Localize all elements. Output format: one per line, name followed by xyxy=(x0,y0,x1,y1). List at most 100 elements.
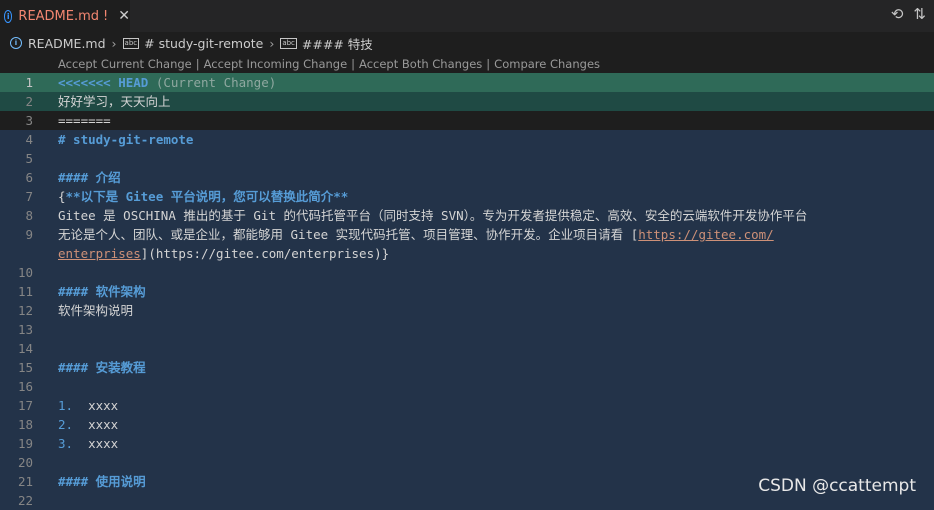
breadcrumb-file[interactable]: README.md xyxy=(28,36,106,51)
line-number: 5 xyxy=(25,151,33,166)
code-line[interactable]: 13 xyxy=(0,320,934,339)
code-line[interactable]: 20 xyxy=(0,453,934,472)
code-line[interactable]: 11 #### 软件架构 xyxy=(0,282,934,301)
token: #### 安装教程 xyxy=(58,360,146,375)
separator: | xyxy=(351,57,356,71)
breadcrumb-section2[interactable]: #### 特技 xyxy=(302,34,373,53)
code-line[interactable]: 14 xyxy=(0,339,934,358)
tab-label: README.md xyxy=(18,8,100,24)
tab-readme[interactable]: i README.md ! ✕ xyxy=(0,0,130,32)
separator: | xyxy=(195,57,200,71)
token: ](https://gitee.com/enterprises)} xyxy=(140,246,390,261)
line-text: #### 软件架构 xyxy=(58,282,146,301)
info-icon: i xyxy=(10,37,22,49)
token: { xyxy=(58,189,66,204)
line-text: #### 安装教程 xyxy=(58,358,146,377)
separator: | xyxy=(486,57,491,71)
tab-bar: i README.md ! ✕ ⟲ ⇅ xyxy=(0,0,934,32)
info-icon: i xyxy=(4,9,13,23)
token: 软件架构说明 xyxy=(58,303,134,318)
code-line[interactable]: 4 # study-git-remote xyxy=(0,130,934,149)
line-text: ======= xyxy=(58,111,111,130)
breadcrumb: i README.md › abc # study-git-remote › a… xyxy=(0,32,934,54)
line-text: 好好学习，天天向上 xyxy=(58,92,171,111)
close-icon[interactable]: ✕ xyxy=(118,8,130,24)
chevron-right-icon: › xyxy=(111,35,117,51)
code-line[interactable]: 3 ======= xyxy=(0,111,934,130)
token: 3. xyxy=(58,436,89,451)
token: <<<<<<< HEAD xyxy=(58,75,156,90)
code-line[interactable]: 7 {**以下是 Gitee 平台说明，您可以替换此简介** xyxy=(0,187,934,206)
compare-icon[interactable]: ⇅ xyxy=(913,5,926,23)
line-number: 1 xyxy=(25,75,33,90)
code-line[interactable]: 6 #### 介绍 xyxy=(0,168,934,187)
line-number: 3 xyxy=(25,113,33,128)
merge-codelens: Accept Current Change | Accept Incoming … xyxy=(58,55,600,73)
line-number: 18 xyxy=(17,417,33,432)
chevron-right-icon: › xyxy=(269,35,275,51)
token: ======= xyxy=(58,113,111,128)
line-text: <<<<<<< HEAD (Current Change) xyxy=(58,73,276,92)
token: xxxx xyxy=(88,398,119,413)
code-line[interactable]: 15 #### 安装教程 xyxy=(0,358,934,377)
line-number: 20 xyxy=(17,455,33,470)
symbol-string-icon: abc xyxy=(280,37,297,49)
line-text: 3. xxxx xyxy=(58,434,118,453)
line-text: Gitee 是 OSCHINA 推出的基于 Git 的代码托管平台（同时支持 S… xyxy=(58,206,807,225)
line-number: 15 xyxy=(17,360,33,375)
line-number: 8 xyxy=(25,208,33,223)
token: **以下是 Gitee 平台说明，您可以替换此简介** xyxy=(65,189,349,204)
token: # study-git-remote xyxy=(58,132,194,147)
code-line[interactable]: 9 无论是个人、团队、或是企业，都能够用 Gitee 实现代码托管、项目管理、协作… xyxy=(0,225,934,244)
accept-incoming-change-link[interactable]: Accept Incoming Change xyxy=(204,57,348,71)
line-number: 17 xyxy=(17,398,33,413)
line-number: 22 xyxy=(17,493,33,508)
line-text: #### 介绍 xyxy=(58,168,121,187)
token: enterprises xyxy=(58,246,141,261)
code-line[interactable]: 17 1. xxxx xyxy=(0,396,934,415)
code-line[interactable]: 19 3. xxxx xyxy=(0,434,934,453)
code-line[interactable]: 12 软件架构说明 xyxy=(0,301,934,320)
line-number: 19 xyxy=(17,436,33,451)
code-line[interactable]: 8 Gitee 是 OSCHINA 推出的基于 Git 的代码托管平台（同时支持 … xyxy=(0,206,934,225)
token: https://gitee.com/ xyxy=(638,227,774,242)
line-number: 11 xyxy=(17,284,33,299)
accept-current-change-link[interactable]: Accept Current Change xyxy=(58,57,192,71)
line-text: 1. xxxx xyxy=(58,396,118,415)
code-line[interactable]: 5 xyxy=(0,149,934,168)
line-text: {**以下是 Gitee 平台说明，您可以替换此简介** xyxy=(58,187,348,206)
line-number: 6 xyxy=(25,170,33,185)
token: #### 介绍 xyxy=(58,170,121,185)
code-line[interactable]: 2 好好学习，天天向上 xyxy=(0,92,934,111)
line-number: 16 xyxy=(17,379,33,394)
token: #### 软件架构 xyxy=(58,284,146,299)
line-number: 13 xyxy=(17,322,33,337)
code-line[interactable]: enterprises](https://gitee.com/enterpris… xyxy=(0,244,934,263)
token: 好好学习，天天向上 xyxy=(58,94,171,109)
code-editor[interactable]: 1 <<<<<<< HEAD (Current Change) 2 好好学习，天天向上… xyxy=(0,73,934,510)
line-number: 12 xyxy=(17,303,33,318)
token: 无论是个人、团队、或是企业，都能够用 Gitee 实现代码托管、项目管理、协作开… xyxy=(58,227,639,242)
accept-both-changes-link[interactable]: Accept Both Changes xyxy=(359,57,482,71)
code-line[interactable]: 16 xyxy=(0,377,934,396)
token: Gitee 是 OSCHINA 推出的基于 Git 的代码托管平台（同时支持 S… xyxy=(58,208,808,223)
token: 2. xyxy=(58,417,89,432)
line-number: 14 xyxy=(17,341,33,356)
breadcrumb-section1[interactable]: # study-git-remote xyxy=(144,36,263,51)
line-number: 9 xyxy=(25,227,33,242)
line-text: 无论是个人、团队、或是企业，都能够用 Gitee 实现代码托管、项目管理、协作开… xyxy=(58,225,774,244)
token: #### 使用说明 xyxy=(58,474,146,489)
code-line[interactable]: 1 <<<<<<< HEAD (Current Change) xyxy=(0,73,934,92)
code-line[interactable]: 18 2. xxxx xyxy=(0,415,934,434)
watermark: CSDN @ccattempt xyxy=(758,476,916,496)
token: (Current Change) xyxy=(155,75,277,90)
symbol-string-icon: abc xyxy=(122,37,140,49)
token: 1. xyxy=(58,398,89,413)
line-number: 2 xyxy=(25,94,33,109)
token: xxxx xyxy=(88,417,119,432)
timeline-icon[interactable]: ⟲ xyxy=(891,5,904,23)
line-number: 21 xyxy=(17,474,33,489)
code-line[interactable]: 10 xyxy=(0,263,934,282)
compare-changes-link[interactable]: Compare Changes xyxy=(494,57,600,71)
token: xxxx xyxy=(88,436,119,451)
